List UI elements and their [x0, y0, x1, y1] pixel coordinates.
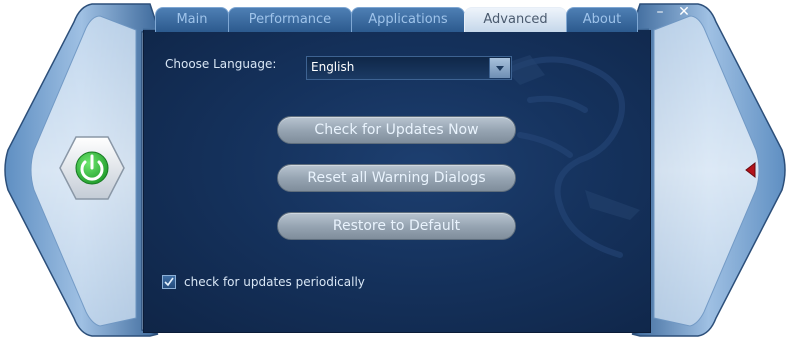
- tab-performance[interactable]: Performance: [228, 7, 352, 32]
- minimize-button[interactable]: –: [651, 4, 669, 20]
- reset-warnings-button[interactable]: Reset all Warning Dialogs: [277, 164, 516, 192]
- collapse-button[interactable]: [743, 161, 757, 179]
- tab-advanced[interactable]: Advanced: [464, 7, 567, 32]
- language-select-value: English: [311, 60, 355, 74]
- power-icon: [59, 136, 125, 200]
- checkmark-icon: [164, 277, 174, 287]
- language-label: Choose Language:: [165, 57, 277, 71]
- restore-default-button[interactable]: Restore to Default: [277, 212, 516, 240]
- language-select[interactable]: English: [306, 56, 512, 80]
- dragon-icon: [500, 55, 640, 258]
- tab-applications[interactable]: Applications: [351, 7, 465, 32]
- periodic-update-label: check for updates periodically: [184, 275, 365, 289]
- tab-main[interactable]: Main: [155, 7, 229, 32]
- app-window: Main Performance Applications Advanced A…: [0, 0, 790, 340]
- check-updates-button[interactable]: Check for Updates Now: [277, 116, 516, 144]
- tab-about[interactable]: About: [566, 7, 638, 32]
- power-button[interactable]: [58, 135, 126, 201]
- periodic-update-checkbox[interactable]: [162, 275, 176, 289]
- close-button[interactable]: ✕: [675, 4, 693, 20]
- chevron-down-icon: [496, 66, 504, 71]
- collapse-arrow-icon: [745, 161, 756, 179]
- select-arrow-button[interactable]: [489, 58, 510, 78]
